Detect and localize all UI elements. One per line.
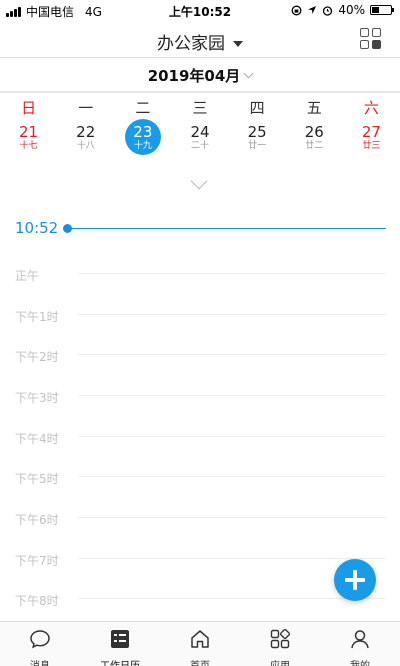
tab-label: 应用: [240, 657, 320, 666]
time-slot[interactable]: 正午: [0, 267, 400, 287]
tab-label: 我的: [320, 657, 400, 666]
calendar-list-icon: [111, 630, 129, 648]
tab-label: 首页: [160, 657, 240, 666]
date-number: 25: [247, 123, 267, 141]
tab-home[interactable]: 首页: [160, 622, 240, 666]
person-icon: [351, 630, 369, 649]
weekday-label: 三: [192, 99, 208, 117]
time-slot-label: 下午7时: [15, 554, 59, 568]
divider: [0, 91, 400, 93]
date-number: 21: [19, 123, 39, 141]
alarm-icon: [323, 5, 333, 16]
message-icon: [30, 630, 50, 649]
weekday-label: 一: [78, 99, 94, 117]
chevron-down-icon: [243, 68, 254, 79]
time-slot[interactable]: 下午4时: [0, 430, 400, 450]
date-cell[interactable]: 22 十八: [57, 123, 114, 159]
date-number: 27: [361, 123, 381, 141]
status-bar: 中国电信 4G 上午10:52 40%: [0, 0, 400, 20]
time-slot[interactable]: 下午3时: [0, 389, 400, 409]
date-number: 24: [190, 123, 210, 141]
time-slot-label: 下午4时: [15, 432, 59, 446]
time-slot-label: 下午6时: [15, 513, 59, 527]
time-slot-line: [78, 558, 386, 559]
bottom-tab-bar: 消息 工作日历 首页 应用 我的: [0, 621, 400, 666]
weekday-label: 五: [306, 99, 322, 117]
time-slot-line: [78, 273, 386, 274]
header-title-button[interactable]: 办公家园: [0, 29, 400, 54]
lunar-date: 十九: [133, 141, 152, 151]
date-cell[interactable]: 21 十七: [0, 123, 57, 159]
time-slot-line: [78, 517, 386, 518]
time-slot-label: 下午2时: [15, 350, 59, 364]
time-slot-line: [78, 436, 386, 437]
weekday-label: 二: [135, 99, 151, 117]
time-slot-label: 下午5时: [15, 472, 59, 486]
tab-messages[interactable]: 消息: [0, 622, 80, 666]
month-label: 2019年04月: [147, 67, 241, 85]
week-dates: 21 十七 22 十八 23 十九 24 二十 25 廿一 26 廿二 27 廿…: [0, 119, 400, 159]
tab-apps[interactable]: 应用: [240, 622, 320, 666]
lunar-date: 廿一: [248, 141, 267, 151]
date-cell[interactable]: 25 廿一: [229, 123, 286, 159]
battery-fill: [372, 7, 380, 13]
weekday-label: 六: [363, 99, 379, 117]
location-icon: [308, 6, 317, 14]
date-cell-selected[interactable]: 23 十九: [114, 119, 171, 159]
header-title: 办公家园: [157, 34, 225, 54]
apps-icon: [270, 628, 291, 649]
home-icon: [191, 630, 209, 648]
app-header: 办公家园: [0, 20, 400, 58]
status-bar-right: 40%: [291, 3, 394, 17]
time-slot-label: 下午1时: [15, 310, 59, 324]
weekday-label: 日: [21, 99, 37, 117]
lunar-date: 廿二: [305, 141, 324, 151]
date-number: 23: [133, 123, 153, 141]
battery-icon: [370, 5, 394, 15]
expand-calendar-chevron-icon[interactable]: [190, 172, 208, 190]
time-slot-line: [78, 314, 386, 315]
date-cell[interactable]: 24 二十: [171, 123, 228, 159]
time-slot-label: 下午8时: [15, 594, 59, 608]
date-number: 22: [76, 123, 96, 141]
month-selector[interactable]: 2019年04月: [0, 62, 400, 90]
date-number: 26: [304, 123, 324, 141]
time-slot-line: [78, 354, 386, 355]
tab-label: 工作日历: [80, 657, 160, 666]
tab-label: 消息: [0, 657, 80, 666]
lunar-date: 十八: [76, 141, 95, 151]
weekday-header: 日 一 二 三 四 五 六: [0, 97, 400, 119]
lock-rotation-icon: [291, 5, 302, 15]
caret-down-icon: [233, 41, 243, 47]
time-slot-label: 正午: [15, 269, 40, 283]
time-slot[interactable]: 下午5时: [0, 470, 400, 490]
lunar-date: 十七: [19, 141, 38, 151]
current-time-label: 10:52: [15, 219, 59, 237]
date-cell[interactable]: 26 廿二: [286, 123, 343, 159]
current-time-line: [70, 228, 386, 229]
time-slot-line: [78, 395, 386, 396]
tab-work-calendar[interactable]: 工作日历: [80, 622, 160, 666]
date-cell[interactable]: 27 廿三: [343, 123, 400, 159]
add-event-button[interactable]: [334, 559, 376, 601]
apps-grid-icon[interactable]: [360, 28, 382, 50]
time-slot[interactable]: 下午6时: [0, 511, 400, 531]
time-slot-line: [78, 598, 386, 599]
lunar-date: 二十: [190, 141, 209, 151]
time-slot[interactable]: 下午2时: [0, 348, 400, 368]
tab-mine[interactable]: 我的: [320, 622, 400, 666]
time-slot-label: 下午3时: [15, 391, 59, 405]
weekday-label: 四: [249, 99, 265, 117]
lunar-date: 廿三: [362, 141, 381, 151]
time-slot[interactable]: 下午1时: [0, 308, 400, 328]
battery-percent: 40%: [338, 3, 365, 17]
time-slot-line: [78, 476, 386, 477]
